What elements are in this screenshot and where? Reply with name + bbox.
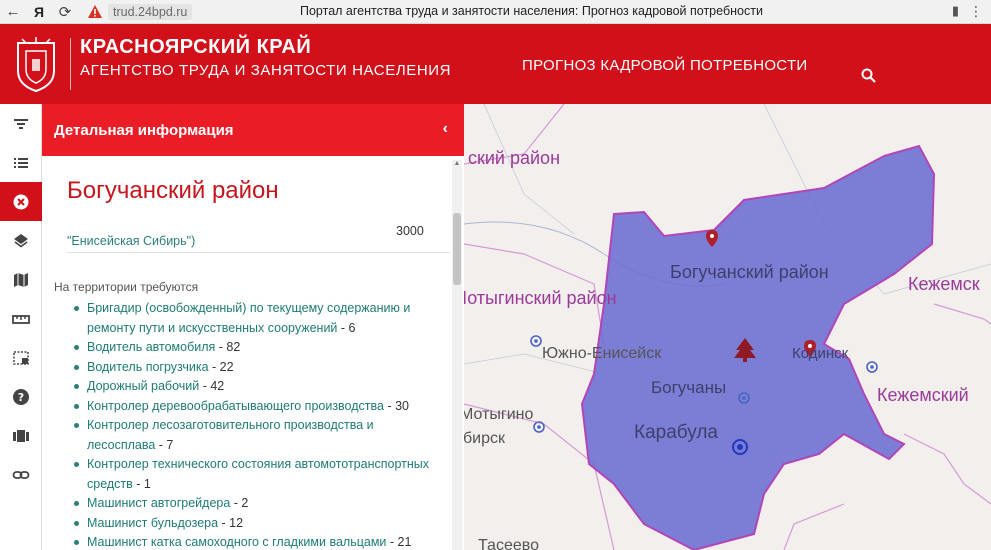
map-label-district: Кежемский — [877, 385, 969, 405]
job-link[interactable]: Контролер деревообрабатывающего производ… — [87, 399, 384, 413]
job-count: - 30 — [383, 398, 409, 413]
job-link[interactable]: Контролер лесозаготовительного производс… — [87, 418, 374, 452]
job-link[interactable]: Дорожный рабочий — [87, 379, 199, 393]
warning-icon[interactable] — [86, 3, 104, 21]
region-title[interactable]: КРАСНОЯРСКИЙ КРАЙ — [80, 36, 311, 59]
locality-marker-kezhma[interactable] — [866, 361, 878, 373]
job-count: - 12 — [218, 515, 244, 530]
ruler-icon[interactable] — [0, 299, 42, 338]
map-label-district: Кежемск — [908, 274, 980, 294]
search-icon[interactable] — [860, 67, 878, 85]
list-item: Контролер деревообрабатывающего производ… — [72, 397, 442, 417]
select-area-icon[interactable] — [0, 338, 42, 377]
site-header: КРАСНОЯРСКИЙ КРАЙ АГЕНТСТВО ТРУДА И ЗАНЯ… — [0, 24, 991, 104]
tab-title: Портал агентства труда и занятости насел… — [300, 4, 763, 18]
map-label-district: Мотыгинский район — [464, 288, 617, 308]
list-item: Машинист автогрейдера - 2 — [72, 494, 442, 514]
link-icon[interactable] — [0, 455, 42, 494]
coat-of-arms-logo[interactable] — [12, 37, 60, 93]
job-link[interactable]: Машинист катка самоходного с гладкими ва… — [87, 535, 386, 549]
map-view[interactable]: ский район Богучанский район Мотыгинский… — [464, 104, 991, 550]
job-count: - 22 — [208, 359, 234, 374]
close-icon[interactable] — [0, 182, 42, 221]
prev-item-text[interactable]: "Енисейская Сибирь") — [67, 234, 195, 248]
list-item: Дорожный рабочий - 42 — [72, 377, 442, 397]
bookmark-icon[interactable]: ▮ — [952, 3, 959, 19]
svg-text:?: ? — [18, 391, 24, 404]
detail-panel-title: Детальная информация — [54, 121, 234, 139]
job-link[interactable]: Водитель автомобиля — [87, 340, 215, 354]
map-label-locality: Кодинск — [792, 345, 849, 362]
map-label-locality: Мотыгино — [464, 406, 534, 423]
list-icon[interactable] — [0, 143, 42, 182]
map-label-selected-district: Богучанский район — [670, 262, 829, 282]
map-label-locality: Тасеево — [478, 537, 539, 550]
help-icon[interactable]: ? — [0, 377, 42, 416]
job-list: Бригадир (освобожденный) по текущему сод… — [72, 299, 442, 550]
job-count: - 21 — [386, 535, 412, 549]
job-link[interactable]: Машинист бульдозера — [87, 516, 218, 530]
job-count: - 42 — [199, 379, 225, 393]
job-count: - 6 — [337, 320, 356, 335]
address-bar[interactable]: trud.24bpd.ru — [108, 3, 193, 20]
map-label-locality: бирск — [464, 430, 505, 447]
back-icon[interactable]: ← — [0, 0, 26, 24]
list-item: Бригадир (освобожденный) по текущему сод… — [72, 299, 442, 338]
job-count: - 7 — [155, 437, 174, 452]
chevron-left-icon[interactable]: ‹ — [443, 120, 448, 138]
books-icon[interactable] — [0, 416, 42, 455]
map-label-locality: Богучаны — [651, 378, 727, 397]
prev-item-number: 3000 — [396, 224, 424, 238]
locality-marker-yuzhno[interactable] — [530, 335, 542, 347]
filter-icon[interactable] — [0, 104, 42, 143]
locality-marker-motygino[interactable] — [533, 421, 545, 433]
detail-panel-header: Детальная информация ‹ — [42, 104, 464, 156]
yandex-logo[interactable]: Я — [26, 0, 52, 24]
divider — [67, 252, 450, 253]
scroll-up-icon[interactable]: ▲ — [453, 160, 461, 168]
list-item: Водитель автомобиля - 82 — [72, 338, 442, 358]
job-count: - 1 — [132, 476, 151, 491]
job-count: - 2 — [230, 496, 249, 510]
nav-forecast-link[interactable]: ПРОГНОЗ КАДРОВОЙ ПОТРЕБНОСТИ — [522, 57, 807, 74]
menu-icon[interactable]: ⋮ — [969, 3, 983, 20]
layers-icon[interactable] — [0, 221, 42, 260]
map-canvas — [464, 104, 991, 550]
map-label-locality: Южно-Енисейск — [542, 345, 662, 362]
map-toolbar: ? — [0, 104, 42, 550]
district-title: Богучанский район — [67, 177, 279, 204]
list-item: Контролер технического состояния автомот… — [72, 455, 442, 494]
list-item: Водитель погрузчика - 22 — [72, 358, 442, 378]
detail-panel: Детальная информация ‹ Богучанский район… — [42, 104, 464, 550]
job-count: - 82 — [215, 340, 241, 354]
agency-subtitle[interactable]: АГЕНТСТВО ТРУДА И ЗАНЯТОСТИ НАСЕЛЕНИЯ — [80, 62, 451, 79]
job-link[interactable]: Водитель погрузчика — [87, 360, 209, 374]
list-item: Машинист катка самоходного с гладкими ва… — [72, 533, 442, 550]
map-label-district: ский район — [468, 148, 561, 168]
list-item: Машинист бульдозера - 12 — [72, 514, 442, 534]
header-divider — [70, 38, 71, 90]
required-label: На территории требуются — [54, 280, 199, 294]
scrollbar-thumb[interactable] — [453, 213, 461, 285]
map-icon[interactable] — [0, 260, 42, 299]
list-item: Контролер лесозаготовительного производс… — [72, 416, 442, 455]
job-link[interactable]: Бригадир (освобожденный) по текущему сод… — [87, 301, 410, 335]
reload-icon[interactable]: ⟳ — [52, 0, 78, 24]
map-label-locality: Карабула — [634, 422, 718, 443]
job-link[interactable]: Машинист автогрейдера — [87, 496, 230, 510]
